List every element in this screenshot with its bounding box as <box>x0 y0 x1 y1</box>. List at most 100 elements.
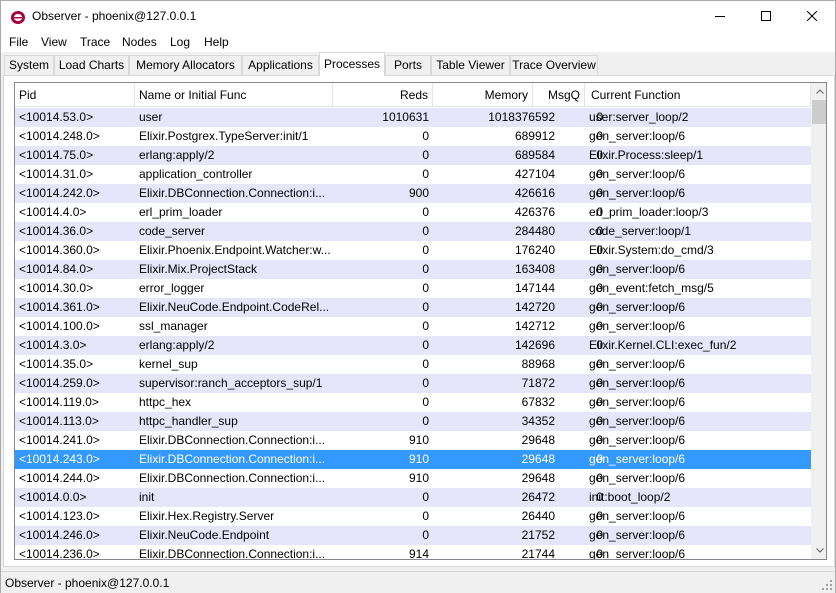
column-header-name[interactable]: Name or Initial Func <box>135 83 333 107</box>
cell-reds: 914 <box>408 547 429 560</box>
table-row[interactable]: <10014.248.0> Elixir.Postgrex.TypeServer:… <box>15 127 811 146</box>
cell-current-function: gen_server:loop/6 <box>589 129 686 143</box>
table-row[interactable]: <10014.3.0> erlang:apply/2 0 142696 0 Elixir.… <box>15 336 811 355</box>
table-row[interactable]: <10014.35.0> kernel_sup 0 88968 0 gen_server:… <box>15 355 811 374</box>
cell-current-function: gen_server:loop/6 <box>589 395 686 409</box>
title-bar[interactable]: Observer - phoenix@127.0.0.1 <box>1 1 835 32</box>
cell-current-function: gen_server:loop/6 <box>589 319 686 333</box>
chevron-up-icon <box>815 89 824 94</box>
table-row[interactable]: <10014.53.0> user 1010631 1018376592 0 user:s… <box>15 108 811 127</box>
resize-grip-icon[interactable] <box>821 579 833 591</box>
scroll-up-button[interactable] <box>811 83 826 100</box>
table-row[interactable]: <10014.113.0> httpc_handler_sup 0 34352 0 gen… <box>15 412 811 431</box>
table-row[interactable]: <10014.75.0> erlang:apply/2 0 689584 0 Elixir… <box>15 146 811 165</box>
cell-pid: <10014.53.0> <box>19 110 94 124</box>
observer-window: Observer - phoenix@127.0.0.1 File View T… <box>0 0 836 593</box>
cell-memory: 689584 <box>514 148 555 162</box>
table-row[interactable]: <10014.361.0> Elixir.NeuCode.Endpoint.Cod… <box>15 298 811 317</box>
table-row[interactable]: <10014.31.0> application_controller 0 42710… <box>15 165 811 184</box>
cell-memory: 142696 <box>514 338 555 352</box>
process-list[interactable]: Pid Name or Initial Func Reds Memory Msg… <box>14 82 827 560</box>
cell-name: httpc_handler_sup <box>139 414 238 428</box>
menu-help[interactable]: Help <box>204 35 229 49</box>
table-row[interactable]: <10014.4.0> erl_prim_loader 0 426376 0 erl_pr… <box>15 203 811 222</box>
maximize-icon <box>761 11 771 21</box>
cell-name: Elixir.DBConnection.Connection:i... <box>139 471 326 485</box>
table-row[interactable]: <10014.0.0> init 0 26472 0 init:boot_loop/2 <box>15 488 811 507</box>
cell-memory: 1018376592 <box>488 110 555 124</box>
cell-name: erlang:apply/2 <box>139 148 215 162</box>
column-header-reds[interactable]: Reds <box>333 83 433 107</box>
cell-reds: 0 <box>422 243 429 257</box>
tab-trace-overview[interactable]: Trace Overview <box>510 55 598 75</box>
table-row[interactable]: <10014.236.0> Elixir.DBConnection.Connect… <box>15 545 811 560</box>
cell-pid: <10014.248.0> <box>19 129 100 143</box>
cell-memory: 29648 <box>521 471 555 485</box>
table-row[interactable]: <10014.246.0> Elixir.NeuCode.Endpoint 0 217… <box>15 526 811 545</box>
table-row[interactable]: <10014.84.0> Elixir.Mix.ProjectStack 0 1634… <box>15 260 811 279</box>
menu-log[interactable]: Log <box>170 35 190 49</box>
cell-pid: <10014.244.0> <box>19 471 100 485</box>
menu-view[interactable]: View <box>41 35 67 49</box>
cell-name: httpc_hex <box>139 395 192 409</box>
cell-memory: 426376 <box>514 205 555 219</box>
table-row[interactable]: <10014.100.0> ssl_manager 0 142712 0 gen_serv… <box>15 317 811 336</box>
cell-memory: 26472 <box>521 490 555 504</box>
minimize-button[interactable] <box>697 1 743 31</box>
cell-current-function: gen_server:loop/6 <box>589 471 686 485</box>
tab-load-charts[interactable]: Load Charts <box>54 55 129 75</box>
column-header-memory[interactable]: Memory <box>433 83 533 107</box>
maximize-button[interactable] <box>743 1 789 31</box>
menu-trace[interactable]: Trace <box>80 35 110 49</box>
table-row[interactable]: <10014.36.0> code_server 0 284480 0 code_serv… <box>15 222 811 241</box>
cell-current-function: Elixir.System:do_cmd/3 <box>589 243 714 257</box>
table-row[interactable]: <10014.119.0> httpc_hex 0 67832 0 gen_server:… <box>15 393 811 412</box>
cell-pid: <10014.360.0> <box>19 243 100 257</box>
cell-current-function: Elixir.Kernel.CLI:exec_fun/2 <box>589 338 737 352</box>
cell-current-function: gen_server:loop/6 <box>589 262 686 276</box>
cell-reds: 0 <box>422 338 429 352</box>
cell-pid: <10014.361.0> <box>19 300 100 314</box>
table-row[interactable]: <10014.30.0> error_logger 0 147144 0 gen_even… <box>15 279 811 298</box>
tab-table-viewer[interactable]: Table Viewer <box>431 55 510 75</box>
menu-file[interactable]: File <box>9 35 28 49</box>
cell-pid: <10014.4.0> <box>19 205 87 219</box>
column-header-current-function[interactable]: Current Function <box>585 83 811 107</box>
tab-processes[interactable]: Processes <box>319 52 385 76</box>
tab-system[interactable]: System <box>4 55 54 75</box>
menu-bar: File View Trace Nodes Log Help <box>1 32 835 52</box>
cell-name: Elixir.DBConnection.Connection:i... <box>139 452 326 466</box>
cell-name: error_logger <box>139 281 205 295</box>
status-text: Observer - phoenix@127.0.0.1 <box>5 576 170 590</box>
cell-memory: 29648 <box>521 452 555 466</box>
table-row[interactable]: <10014.123.0> Elixir.Hex.Registry.Server 0… <box>15 507 811 526</box>
table-row[interactable]: <10014.244.0> Elixir.DBConnection.Connect… <box>15 469 811 488</box>
tab-ports[interactable]: Ports <box>385 55 431 75</box>
table-row[interactable]: <10014.243.0> Elixir.DBConnection.Connect… <box>15 450 811 469</box>
column-header-pid[interactable]: Pid <box>15 83 135 107</box>
table-row[interactable]: <10014.241.0> Elixir.DBConnection.Connect… <box>15 431 811 450</box>
cell-memory: 26440 <box>521 509 555 523</box>
cell-name: Elixir.DBConnection.Connection:i... <box>139 547 326 560</box>
table-row[interactable]: <10014.360.0> Elixir.Phoenix.Endpoint.Wat… <box>15 241 811 260</box>
column-header-msgq[interactable]: MsgQ <box>533 83 585 107</box>
vertical-scrollbar[interactable] <box>811 83 826 559</box>
cell-name: Elixir.Hex.Registry.Server <box>139 509 275 523</box>
cell-current-function: gen_server:loop/6 <box>589 509 686 523</box>
scroll-down-button[interactable] <box>811 542 826 559</box>
tab-applications[interactable]: Applications <box>242 55 319 75</box>
cell-current-function: gen_server:loop/6 <box>589 376 686 390</box>
close-icon <box>807 11 817 21</box>
cell-reds: 0 <box>422 509 429 523</box>
cell-pid: <10014.100.0> <box>19 319 100 333</box>
menu-nodes[interactable]: Nodes <box>122 35 157 49</box>
close-button[interactable] <box>789 1 835 31</box>
scrollbar-thumb[interactable] <box>812 100 826 124</box>
cell-memory: 29648 <box>521 433 555 447</box>
cell-memory: 67832 <box>521 395 555 409</box>
cell-name: init <box>139 490 155 504</box>
minimize-icon <box>715 16 725 17</box>
tab-memory-allocators[interactable]: Memory Allocators <box>129 55 242 75</box>
table-row[interactable]: <10014.259.0> supervisor:ranch_acceptors_… <box>15 374 811 393</box>
table-row[interactable]: <10014.242.0> Elixir.DBConnection.Connect… <box>15 184 811 203</box>
